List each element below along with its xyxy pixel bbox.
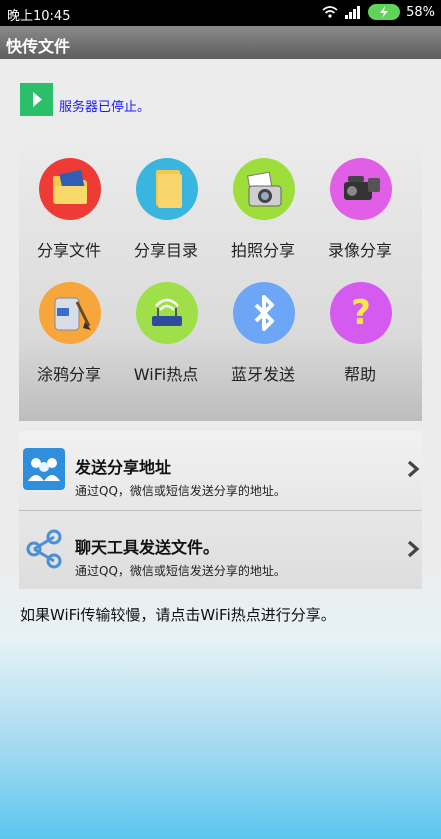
status-icons: 58%	[322, 4, 435, 20]
send-share-address-title: 发送分享地址	[75, 458, 172, 477]
share-file-label: 分享文件	[36, 241, 101, 260]
wifi-hotspot-label: WiFi热点	[133, 365, 199, 384]
wifi-hotspot-tile[interactable]: WiFi热点	[118, 268, 214, 384]
server-control: 服务器已停止。	[20, 82, 150, 116]
folder-icon	[136, 158, 198, 220]
contacts-icon	[22, 447, 66, 491]
send-share-address-item[interactable]: 发送分享地址 通过QQ，微信或短信发送分享的地址。	[19, 431, 422, 509]
share-file-tile[interactable]: 分享文件	[21, 144, 117, 260]
video-share-tile[interactable]: 录像分享	[312, 144, 408, 260]
chat-tool-send-file-item[interactable]: 聊天工具发送文件。 通过QQ，微信或短信发送分享的地址。	[19, 511, 422, 589]
share-options-grid: 分享文件 分享目录 拍照分享 录像分享 涂鸦分享 WiFi热点 蓝牙发送 ? 帮…	[19, 136, 422, 421]
chevron-right-icon	[407, 540, 420, 558]
share-icon	[22, 527, 66, 571]
status-bar: 晚上10:45 58%	[0, 0, 441, 26]
paint-bucket-icon	[39, 282, 101, 344]
wifi-hint-text: 如果WiFi传输较慢，请点击WiFi热点进行分享。	[20, 606, 336, 624]
svg-text:?: ?	[351, 293, 371, 333]
charging-icon	[380, 6, 389, 18]
doodle-share-label: 涂鸦分享	[36, 365, 101, 384]
battery-icon	[368, 4, 401, 20]
server-status-text: 服务器已停止。	[59, 99, 151, 115]
status-time: 晚上10:45	[7, 9, 71, 24]
start-server-button[interactable]	[20, 82, 53, 116]
bluetooth-send-tile[interactable]: 蓝牙发送	[215, 268, 311, 384]
folder-share-icon	[39, 158, 101, 220]
share-directory-label: 分享目录	[133, 241, 198, 260]
share-actions-list: 发送分享地址 通过QQ，微信或短信发送分享的地址。 聊天工具发送文件。 通过QQ…	[19, 431, 422, 589]
photo-share-label: 拍照分享	[230, 241, 295, 260]
battery-percent: 58%	[406, 4, 435, 20]
help-label: 帮助	[343, 365, 376, 384]
bluetooth-icon	[233, 282, 295, 344]
video-camera-icon	[330, 158, 392, 220]
send-share-address-subtitle: 通过QQ，微信或短信发送分享的地址。	[75, 484, 286, 498]
doodle-share-tile[interactable]: 涂鸦分享	[21, 268, 117, 384]
cell-signal-icon	[345, 6, 361, 19]
help-tile[interactable]: ? 帮助	[312, 268, 408, 384]
photo-share-tile[interactable]: 拍照分享	[215, 144, 311, 260]
chat-tool-send-file-title: 聊天工具发送文件。	[75, 538, 220, 557]
share-directory-tile[interactable]: 分享目录	[118, 144, 214, 260]
bluetooth-send-label: 蓝牙发送	[230, 365, 295, 384]
camera-icon	[233, 158, 295, 220]
wifi-signal-icon	[322, 6, 338, 18]
help-icon: ?	[330, 282, 392, 344]
wifi-router-icon	[136, 282, 198, 344]
chevron-right-icon	[407, 460, 420, 478]
chat-tool-send-file-subtitle: 通过QQ，微信或短信发送分享的地址。	[75, 564, 286, 578]
play-icon	[33, 91, 42, 107]
app-title: 快传文件	[6, 37, 71, 56]
app-title-bar: 快传文件	[0, 26, 441, 59]
video-share-label: 录像分享	[327, 241, 392, 260]
